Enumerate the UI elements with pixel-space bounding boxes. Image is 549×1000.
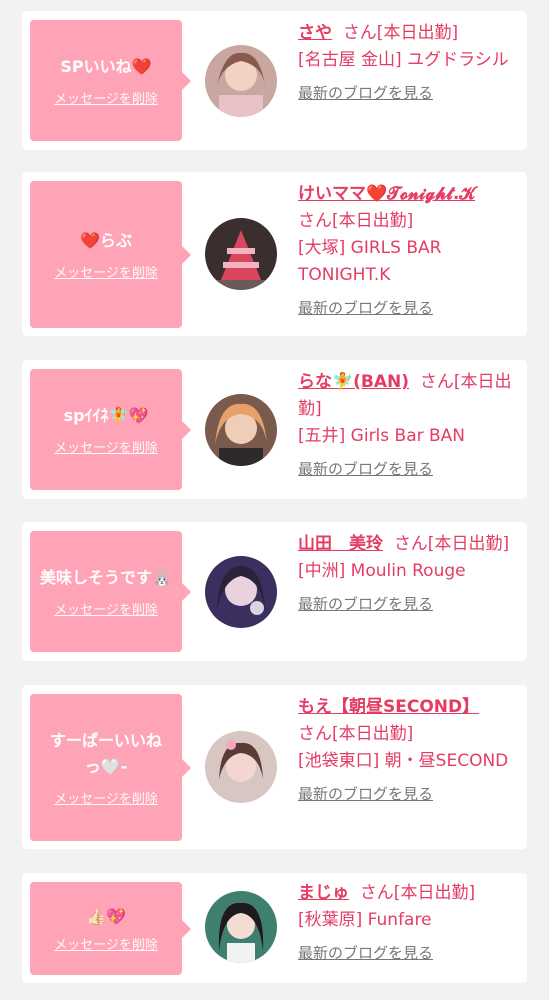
shop-name: [中洲] Moulin Rouge — [298, 561, 466, 581]
delete-message-link[interactable]: メッセージを削除 — [54, 599, 158, 618]
avatar[interactable] — [205, 731, 277, 803]
girl-name-link[interactable]: らな🧚(BAN) — [298, 372, 409, 392]
message-card: spｲｲﾈ🧚💖 メッセージを削除 らな🧚(BAN) さん[本日出勤] [五井] … — [22, 360, 527, 499]
avatar[interactable] — [205, 45, 277, 117]
attendance-status: さん[本日出勤] — [298, 724, 414, 744]
latest-blog-link[interactable]: 最新のブログを見る — [298, 781, 518, 808]
shop-name: [秋葉原] Funfare — [298, 910, 432, 930]
girl-name-link[interactable]: もえ【朝昼SECOND】 — [298, 697, 479, 717]
girl-info: もえ【朝昼SECOND】 さん[本日出勤] [池袋東口] 朝・昼SECOND 最新… — [298, 694, 518, 808]
delete-message-link[interactable]: メッセージを削除 — [54, 934, 158, 953]
attendance-status: さん[本日出勤] — [359, 883, 476, 903]
girl-name-link[interactable]: さや — [298, 23, 332, 43]
message-bubble: ❤️らぶ メッセージを削除 — [30, 181, 191, 328]
girl-info: 山田 美玲 さん[本日出勤] [中洲] Moulin Rouge 最新のブログを… — [298, 531, 518, 618]
girl-name-link[interactable]: まじゅ — [298, 883, 349, 903]
avatar[interactable] — [205, 394, 277, 466]
message-bubble: すーぱーいいねっ🤍‐ メッセージを削除 — [30, 694, 191, 841]
girl-name-link[interactable]: 山田 美玲 — [298, 534, 383, 554]
girl-info: さや さん[本日出勤] [名古屋 金山] ユグドラシル 最新のブログを見る — [298, 20, 518, 107]
message-text: 美味しそうです🐰 — [40, 568, 172, 587]
message-text: spｲｲﾈ🧚💖 — [63, 406, 149, 425]
latest-blog-link[interactable]: 最新のブログを見る — [298, 295, 518, 322]
shop-name: [大塚] GIRLS BAR TONIGHT.K — [298, 238, 442, 285]
message-card: ❤️らぶ メッセージを削除 けいママ❤️𝓣𝓸𝓷𝓲𝓰𝓱𝓽.𝓚 さん[本日出勤] [大… — [22, 172, 527, 336]
delete-message-link[interactable]: メッセージを削除 — [54, 437, 158, 456]
shop-name: [五井] Girls Bar BAN — [298, 426, 466, 446]
girl-info: らな🧚(BAN) さん[本日出勤] [五井] Girls Bar BAN 最新の… — [298, 369, 518, 483]
message-bubble: 美味しそうです🐰 メッセージを削除 — [30, 531, 191, 652]
latest-blog-link[interactable]: 最新のブログを見る — [298, 591, 518, 618]
latest-blog-link[interactable]: 最新のブログを見る — [298, 940, 518, 967]
message-bubble: SPいいね❤️ メッセージを削除 — [30, 20, 191, 141]
message-card: 👍🏻💖 メッセージを削除 まじゅ さん[本日出勤] [秋葉原] Funfare … — [22, 873, 527, 983]
message-text: 👍🏻💖 — [86, 907, 126, 926]
message-text: ❤️らぶ — [80, 231, 132, 250]
message-text: すーぱーいいねっ🤍‐ — [49, 731, 162, 776]
delete-message-link[interactable]: メッセージを削除 — [54, 88, 158, 107]
attendance-status: さん[本日出勤] — [298, 211, 414, 231]
attendance-status: さん[本日出勤] — [342, 23, 459, 43]
avatar[interactable] — [205, 218, 277, 290]
delete-message-link[interactable]: メッセージを削除 — [54, 262, 158, 281]
delete-message-link[interactable]: メッセージを削除 — [54, 788, 158, 807]
latest-blog-link[interactable]: 最新のブログを見る — [298, 80, 518, 107]
girl-info: まじゅ さん[本日出勤] [秋葉原] Funfare 最新のブログを見る — [298, 880, 518, 967]
message-text: SPいいね❤️ — [60, 57, 152, 76]
message-card: 美味しそうです🐰 メッセージを削除 山田 美玲 さん[本日出勤] [中洲] Mo… — [22, 522, 527, 661]
girl-info: けいママ❤️𝓣𝓸𝓷𝓲𝓰𝓱𝓽.𝓚 さん[本日出勤] [大塚] GIRLS BAR T… — [298, 181, 518, 322]
shop-name: [名古屋 金山] ユグドラシル — [298, 50, 509, 70]
girl-name-link[interactable]: けいママ❤️𝓣𝓸𝓷𝓲𝓰𝓱𝓽.𝓚 — [298, 184, 475, 204]
message-card: SPいいね❤️ メッセージを削除 さや さん[本日出勤] [名古屋 金山] ユグ… — [22, 11, 527, 150]
message-bubble: spｲｲﾈ🧚💖 メッセージを削除 — [30, 369, 191, 490]
shop-name: [池袋東口] 朝・昼SECOND — [298, 751, 509, 771]
attendance-status: さん[本日出勤] — [393, 534, 510, 554]
avatar[interactable] — [205, 556, 277, 628]
message-card: すーぱーいいねっ🤍‐ メッセージを削除 もえ【朝昼SECOND】 さん[本日出勤]… — [22, 685, 527, 849]
message-bubble: 👍🏻💖 メッセージを削除 — [30, 882, 191, 975]
avatar[interactable] — [205, 891, 277, 963]
latest-blog-link[interactable]: 最新のブログを見る — [298, 456, 518, 483]
